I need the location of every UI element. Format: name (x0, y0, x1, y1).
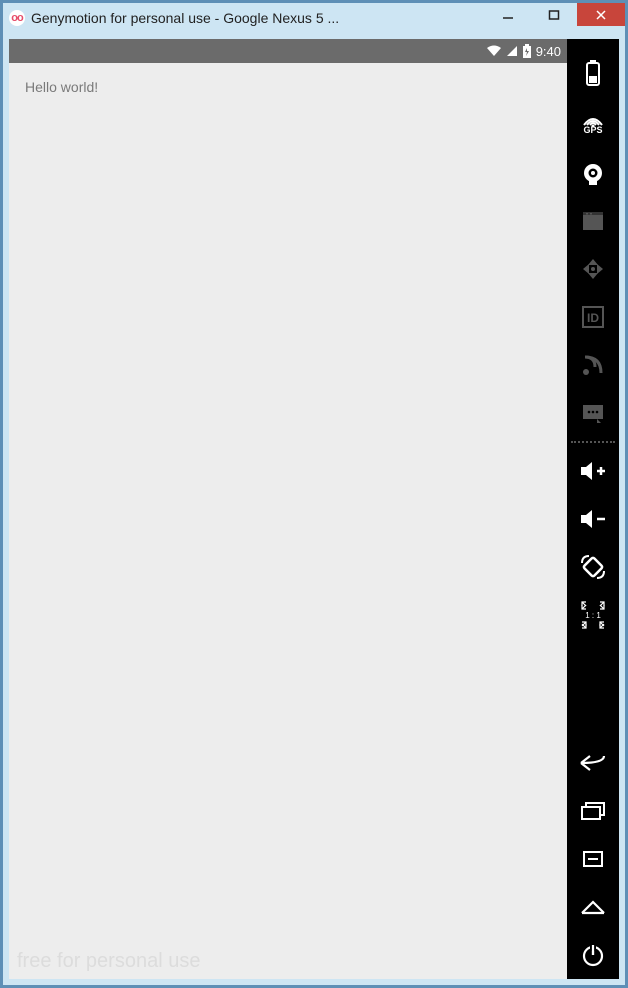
remote-button[interactable] (573, 249, 613, 289)
android-menu-button[interactable] (573, 839, 613, 879)
minimize-button[interactable] (485, 3, 531, 26)
client-area: 9:40 Hello world! free for personal use … (9, 39, 619, 979)
camera-button[interactable] (573, 153, 613, 193)
android-recent-button[interactable] (573, 791, 613, 831)
battery-button[interactable] (573, 53, 613, 93)
gps-button[interactable]: GPS (573, 101, 613, 145)
volume-up-button[interactable] (573, 451, 613, 491)
app-icon: oo (9, 10, 25, 26)
network-button[interactable] (573, 345, 613, 385)
scale-label: 1 : 1 (585, 611, 601, 620)
toolbar-separator (571, 441, 615, 443)
scale-button[interactable]: 1 : 1 (573, 595, 613, 635)
window-title: Genymotion for personal use - Google Nex… (31, 10, 339, 26)
side-toolbar: GPS ID (567, 39, 619, 979)
android-back-button[interactable] (573, 743, 613, 783)
gps-label: GPS (583, 125, 602, 135)
device-screen[interactable]: 9:40 Hello world! free for personal use (9, 39, 567, 979)
hello-text: Hello world! (25, 79, 551, 95)
screencast-button[interactable] (573, 201, 613, 241)
identifier-button[interactable]: ID (573, 297, 613, 337)
android-home-button[interactable] (573, 887, 613, 927)
window-controls (485, 3, 625, 26)
volume-down-button[interactable] (573, 499, 613, 539)
maximize-button[interactable] (531, 3, 577, 26)
status-time: 9:40 (536, 44, 561, 59)
power-button[interactable] (573, 935, 613, 975)
battery-charging-icon (522, 44, 532, 58)
wifi-icon (486, 45, 502, 57)
close-button[interactable] (577, 3, 625, 26)
cell-signal-icon (506, 45, 518, 57)
window-frame: oo Genymotion for personal use - Google … (3, 3, 625, 985)
device-wrap: 9:40 Hello world! free for personal use (9, 39, 567, 979)
svg-text:ID: ID (587, 311, 599, 325)
watermark-text: free for personal use (17, 950, 200, 973)
more-button[interactable] (573, 393, 613, 433)
titlebar[interactable]: oo Genymotion for personal use - Google … (3, 3, 625, 33)
rotate-button[interactable] (573, 547, 613, 587)
android-statusbar: 9:40 (9, 39, 567, 63)
app-content: Hello world! free for personal use (9, 63, 567, 979)
